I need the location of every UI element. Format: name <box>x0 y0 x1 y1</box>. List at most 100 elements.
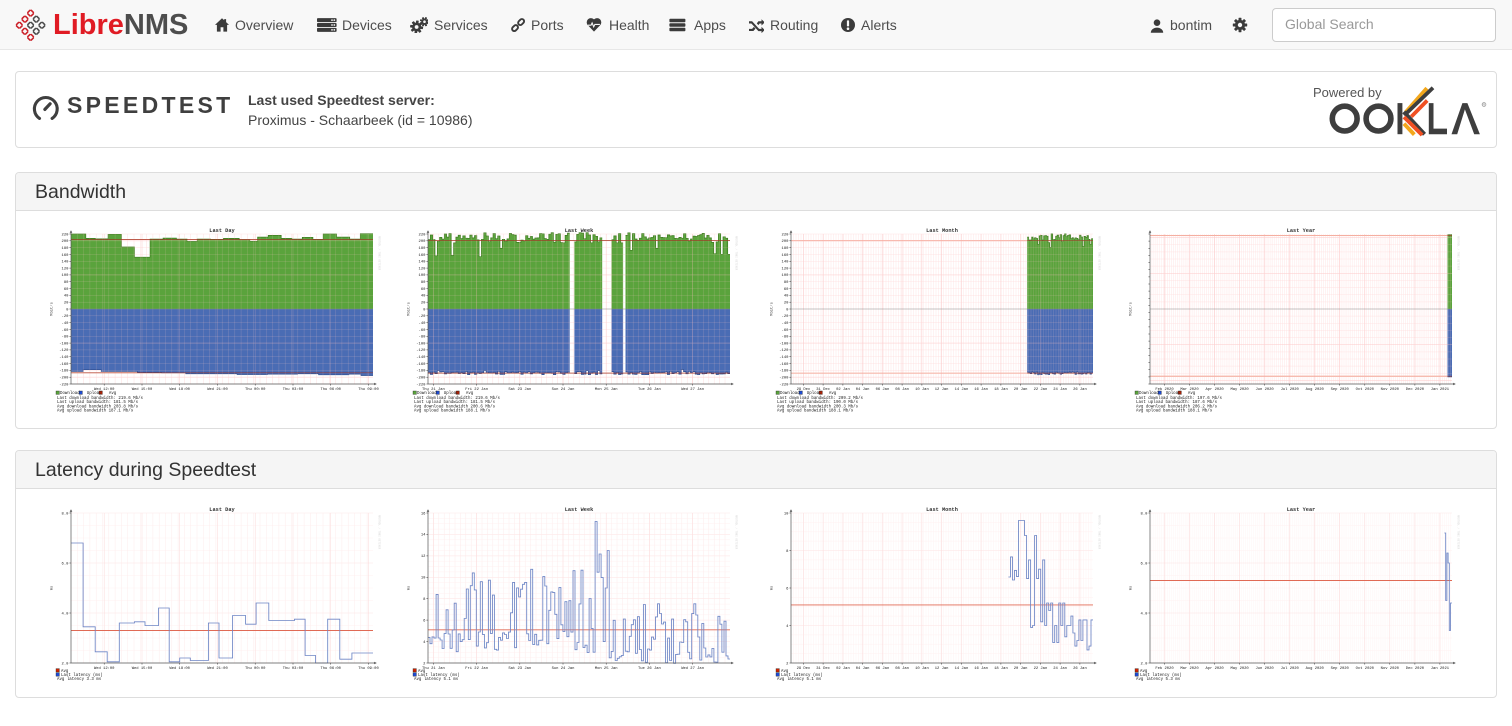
svg-text:2: 2 <box>423 662 426 666</box>
svg-text:Mbit/s: Mbit/s <box>1129 302 1134 316</box>
svg-text:Thu 03:00: Thu 03:00 <box>283 666 304 671</box>
svg-text:Aug 2020: Aug 2020 <box>1306 388 1325 392</box>
svg-text:4: 4 <box>786 625 789 629</box>
svg-text:Wed 12:00: Wed 12:00 <box>94 666 115 671</box>
svg-text:Last Week: Last Week <box>565 228 594 234</box>
svg-text:-140: -140 <box>779 356 789 360</box>
svg-text:Mar 2020: Mar 2020 <box>1180 666 1199 671</box>
svg-text:RRDTOOL / TOBI OETIKER: RRDTOOL / TOBI OETIKER <box>1457 236 1461 271</box>
svg-text:-100: -100 <box>779 342 789 346</box>
svg-text:160: 160 <box>419 254 427 258</box>
svg-text:29 Dec: 29 Dec <box>797 667 811 671</box>
svg-text:Jan 2021: Jan 2021 <box>1431 667 1450 671</box>
svg-text:18 Jan: 18 Jan <box>994 388 1008 392</box>
svg-text:-40: -40 <box>62 322 70 326</box>
svg-text:May 2020: May 2020 <box>1230 388 1249 392</box>
svg-text:Mon 25 Jan: Mon 25 Jan <box>595 388 618 392</box>
svg-text:Upload: Upload <box>444 391 459 396</box>
svg-text:04 Jan: 04 Jan <box>856 667 870 671</box>
svg-text:-100: -100 <box>59 342 69 346</box>
svg-text:Last Month: Last Month <box>926 228 958 234</box>
svg-text:Jul 2020: Jul 2020 <box>1281 666 1300 671</box>
svg-text:16 Jan: 16 Jan <box>974 388 988 392</box>
svg-text:08 Jan: 08 Jan <box>895 388 909 392</box>
svg-text:02 Jan: 02 Jan <box>836 388 850 392</box>
svg-text:160: 160 <box>62 254 70 258</box>
svg-text:RRDTOOL / TOBI OETIKER: RRDTOOL / TOBI OETIKER <box>378 515 382 550</box>
svg-text:Sep 2020: Sep 2020 <box>1331 388 1350 392</box>
svg-text:24 Jan: 24 Jan <box>1053 667 1067 671</box>
svg-text:2.0: 2.0 <box>1141 662 1149 666</box>
svg-text:Wed 15:00: Wed 15:00 <box>132 666 153 671</box>
svg-text:06 Jan: 06 Jan <box>876 388 890 392</box>
svg-text:Avg: Avg <box>109 392 117 396</box>
svg-text:Download: Download <box>780 391 800 396</box>
svg-text:8.0: 8.0 <box>1141 512 1149 516</box>
svg-text:6: 6 <box>786 587 789 591</box>
svg-text:Last Day: Last Day <box>209 228 235 234</box>
svg-text:Sun 24 Jan: Sun 24 Jan <box>552 667 575 671</box>
svg-text:180: 180 <box>62 247 70 251</box>
svg-text:200: 200 <box>419 240 427 244</box>
svg-text:02 Jan: 02 Jan <box>836 667 850 671</box>
svg-text:-60: -60 <box>782 329 790 333</box>
svg-text:2: 2 <box>786 662 789 666</box>
svg-text:Mbit/s: Mbit/s <box>407 302 412 316</box>
svg-text:Thu 00:00: Thu 00:00 <box>245 666 266 671</box>
svg-text:220: 220 <box>62 233 70 237</box>
svg-text:14 Jan: 14 Jan <box>955 667 969 671</box>
svg-text:24 Jan: 24 Jan <box>1053 388 1067 392</box>
svg-text:14: 14 <box>421 534 426 538</box>
svg-text:Avg latency 3.3 ms: Avg latency 3.3 ms <box>57 677 102 682</box>
svg-text:-200: -200 <box>416 377 426 381</box>
svg-text:100: 100 <box>419 274 427 278</box>
svg-text:40: 40 <box>421 295 426 299</box>
svg-text:180: 180 <box>782 247 790 251</box>
svg-text:20: 20 <box>784 302 789 306</box>
svg-text:120: 120 <box>782 267 790 271</box>
svg-text:20 Jan: 20 Jan <box>1014 388 1028 392</box>
svg-text:Oct 2020: Oct 2020 <box>1356 667 1375 671</box>
svg-text:Wed 27 Jan: Wed 27 Jan <box>681 666 704 671</box>
svg-text:18 Jan: 18 Jan <box>994 667 1008 671</box>
svg-text:220: 220 <box>419 233 427 237</box>
svg-text:Oct 2020: Oct 2020 <box>1356 388 1375 392</box>
svg-text:60: 60 <box>421 288 426 292</box>
svg-text:26 Jan: 26 Jan <box>1073 667 1087 671</box>
svg-text:Wed 18:00: Wed 18:00 <box>169 387 190 392</box>
svg-text:Mbit/s: Mbit/s <box>770 302 775 316</box>
svg-text:Upload: Upload <box>807 391 822 396</box>
svg-text:10 Jan: 10 Jan <box>915 667 929 671</box>
svg-text:10: 10 <box>421 577 426 581</box>
svg-text:R: R <box>1483 102 1486 107</box>
svg-text:120: 120 <box>419 267 427 271</box>
svg-text:Jun 2020: Jun 2020 <box>1255 667 1274 671</box>
svg-text:Jul 2020: Jul 2020 <box>1281 387 1300 392</box>
svg-text:10: 10 <box>784 512 789 516</box>
svg-text:6.0: 6.0 <box>62 562 70 566</box>
svg-text:40: 40 <box>64 295 69 299</box>
svg-text:Download: Download <box>417 391 437 396</box>
svg-text:ms: ms <box>51 586 55 591</box>
svg-text:80: 80 <box>784 281 789 285</box>
svg-text:Last Month: Last Month <box>926 507 958 513</box>
svg-text:Last Day: Last Day <box>209 507 235 513</box>
svg-text:40: 40 <box>784 295 789 299</box>
svg-text:-200: -200 <box>59 377 69 381</box>
svg-text:Mon 25 Jan: Mon 25 Jan <box>595 667 618 671</box>
svg-text:8: 8 <box>786 550 789 554</box>
svg-text:Thu 06:00: Thu 06:00 <box>320 666 341 671</box>
svg-text:140: 140 <box>62 261 70 265</box>
svg-text:Avg upload bandwidth 188.1 Mb/: Avg upload bandwidth 188.1 Mb/s <box>777 408 854 413</box>
svg-text:ms: ms <box>408 586 412 591</box>
svg-text:RRDTOOL / TOBI OETIKER: RRDTOOL / TOBI OETIKER <box>1457 515 1461 550</box>
svg-text:Avg upload bandwidth 188.1 Mb/: Avg upload bandwidth 188.1 Mb/s <box>1136 408 1213 413</box>
svg-text:Last Year: Last Year <box>1287 507 1316 513</box>
svg-text:16 Jan: 16 Jan <box>974 667 988 671</box>
svg-text:Wed 21:00: Wed 21:00 <box>207 666 228 671</box>
svg-text:200: 200 <box>782 240 790 244</box>
svg-text:8.0: 8.0 <box>62 512 70 516</box>
svg-text:Sep 2020: Sep 2020 <box>1331 667 1350 671</box>
svg-text:-180: -180 <box>779 370 789 374</box>
svg-text:0: 0 <box>423 308 426 312</box>
